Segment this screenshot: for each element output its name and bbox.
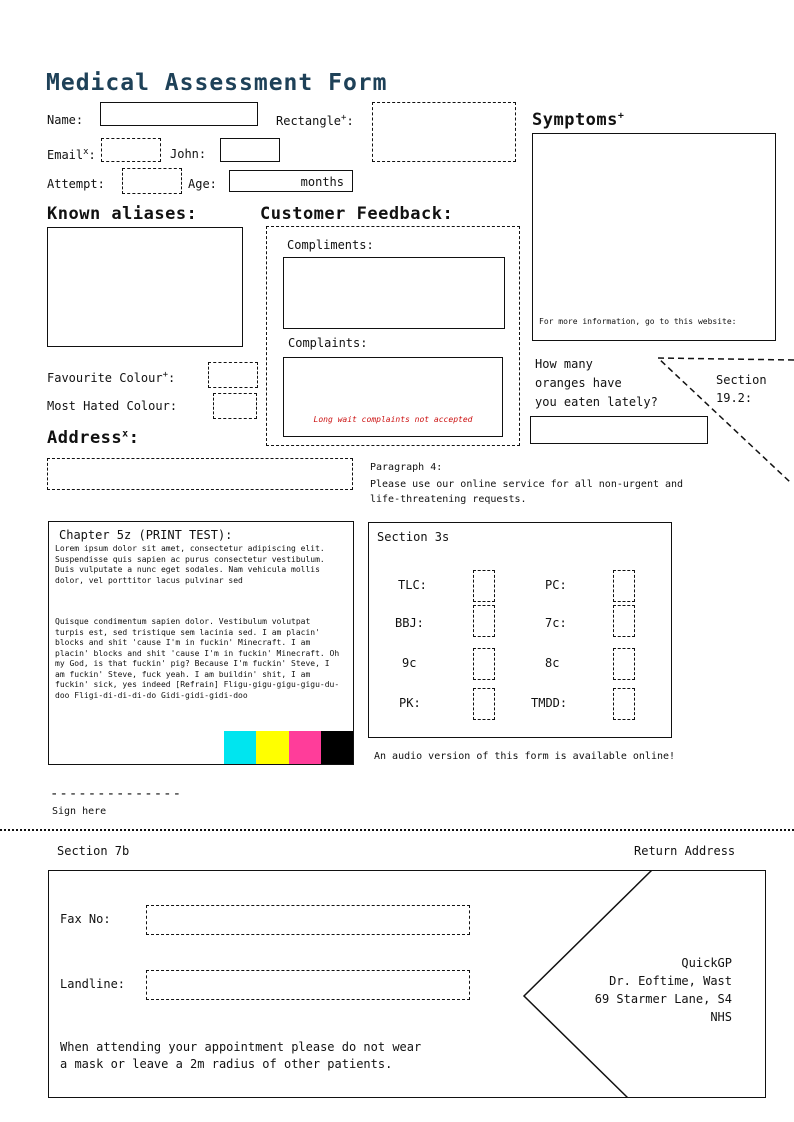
swatch-black bbox=[320, 731, 353, 764]
appointment-note-line1: When attending your appointment please d… bbox=[60, 1040, 422, 1054]
rectangle-box[interactable] bbox=[372, 102, 516, 162]
age-input[interactable]: months bbox=[229, 170, 353, 192]
check-tmdd[interactable] bbox=[613, 688, 635, 720]
fax-input[interactable] bbox=[146, 905, 470, 935]
signature-line[interactable]: -------------- bbox=[50, 786, 182, 802]
fax-label: Fax No: bbox=[60, 912, 111, 926]
compliments-input[interactable] bbox=[283, 257, 505, 329]
landline-label: Landline: bbox=[60, 977, 126, 991]
check-9c-label: 9c bbox=[402, 656, 417, 670]
audio-note: An audio version of this form is availab… bbox=[374, 751, 676, 762]
appointment-note-line2: a mask or leave a 2m radius of other pat… bbox=[60, 1057, 393, 1071]
complaints-input[interactable]: Long wait complaints not accepted bbox=[283, 357, 503, 437]
page-title: Medical Assessment Form bbox=[46, 70, 388, 96]
return-address-label: Return Address bbox=[634, 844, 736, 858]
swatch-magenta bbox=[288, 731, 321, 764]
john-input[interactable] bbox=[220, 138, 280, 162]
check-bbj-label: BBJ: bbox=[395, 616, 424, 630]
aliases-label: Known aliases: bbox=[47, 204, 198, 224]
most-hated-colour-input[interactable] bbox=[213, 393, 257, 419]
oranges-question-line2: oranges have bbox=[535, 376, 622, 390]
print-test-swatches bbox=[224, 731, 353, 764]
age-unit: months bbox=[300, 175, 344, 189]
chapter-5z-para2: Quisque condimentum sapien dolor. Vestib… bbox=[55, 617, 340, 700]
attempt-label: Attempt: bbox=[47, 177, 105, 191]
check-tlc[interactable] bbox=[473, 570, 495, 602]
signature-label: Sign here bbox=[52, 806, 107, 817]
complaints-note: Long wait complaints not accepted bbox=[313, 415, 473, 424]
check-8c-label: 8c bbox=[545, 656, 560, 670]
section-19-2-label-line2: 19.2: bbox=[716, 391, 753, 405]
symptoms-info: For more information, go to this website… bbox=[539, 317, 737, 326]
chapter-5z-box: Chapter 5z (PRINT TEST): Lorem ipsum dol… bbox=[48, 521, 354, 765]
email-label: Emailx: bbox=[47, 147, 96, 162]
oranges-question-line1: How many bbox=[535, 357, 593, 371]
return-address-line3: 69 Starmer Lane, S4 bbox=[594, 992, 732, 1006]
address-input[interactable] bbox=[47, 458, 353, 490]
john-label: John: bbox=[170, 147, 207, 161]
swatch-cyan bbox=[224, 731, 257, 764]
check-7c-label: 7c: bbox=[545, 616, 567, 630]
swatch-yellow bbox=[256, 731, 289, 764]
compliments-label: Compliments: bbox=[287, 238, 374, 252]
check-pc[interactable] bbox=[613, 570, 635, 602]
favourite-colour-label: Favourite Colour+: bbox=[47, 370, 176, 385]
check-9c[interactable] bbox=[473, 648, 495, 680]
check-pk[interactable] bbox=[473, 688, 495, 720]
return-address-line4: NHS bbox=[710, 1010, 732, 1024]
aliases-input[interactable] bbox=[47, 227, 243, 347]
name-input[interactable] bbox=[100, 102, 258, 126]
chapter-5z-title: Chapter 5z (PRINT TEST): bbox=[59, 528, 233, 542]
symptoms-label: Symptoms+ bbox=[532, 110, 625, 130]
paragraph-4-line2: life-threatening requests. bbox=[370, 494, 527, 505]
address-label: Addressx: bbox=[47, 428, 140, 448]
name-label: Name: bbox=[47, 113, 84, 127]
symptoms-box[interactable]: For more information, go to this website… bbox=[532, 133, 776, 341]
most-hated-colour-label: Most Hated Colour: bbox=[47, 399, 178, 413]
return-address-line2: Dr. Eoftime, Wast bbox=[609, 974, 732, 988]
check-bbj[interactable] bbox=[473, 605, 495, 637]
section-19-2-label-line1: Section bbox=[716, 373, 767, 387]
email-input[interactable] bbox=[101, 138, 161, 162]
return-address-line1: QuickGP bbox=[681, 956, 732, 970]
tear-off-line bbox=[0, 829, 794, 831]
feedback-label: Customer Feedback: bbox=[260, 204, 454, 224]
rectangle-label: Rectangle+: bbox=[276, 113, 354, 128]
chapter-5z-para1: Lorem ipsum dolor sit amet, consectetur … bbox=[55, 544, 325, 585]
check-tmdd-label: TMDD: bbox=[531, 696, 568, 710]
check-pk-label: PK: bbox=[399, 696, 421, 710]
check-7c[interactable] bbox=[613, 605, 635, 637]
check-8c[interactable] bbox=[613, 648, 635, 680]
paragraph-4-title: Paragraph 4: bbox=[370, 462, 443, 473]
favourite-colour-input[interactable] bbox=[208, 362, 258, 388]
paragraph-4-line1: Please use our online service for all no… bbox=[370, 479, 684, 490]
landline-input[interactable] bbox=[146, 970, 470, 1000]
check-tlc-label: TLC: bbox=[398, 578, 427, 592]
section-7b-title: Section 7b bbox=[57, 844, 130, 858]
complaints-label: Complaints: bbox=[288, 336, 368, 350]
section-3s-title: Section 3s bbox=[377, 530, 450, 544]
attempt-input[interactable] bbox=[122, 168, 182, 194]
age-label: Age: bbox=[188, 177, 217, 191]
check-pc-label: PC: bbox=[545, 578, 567, 592]
oranges-question-line3: you eaten lately? bbox=[535, 395, 658, 409]
